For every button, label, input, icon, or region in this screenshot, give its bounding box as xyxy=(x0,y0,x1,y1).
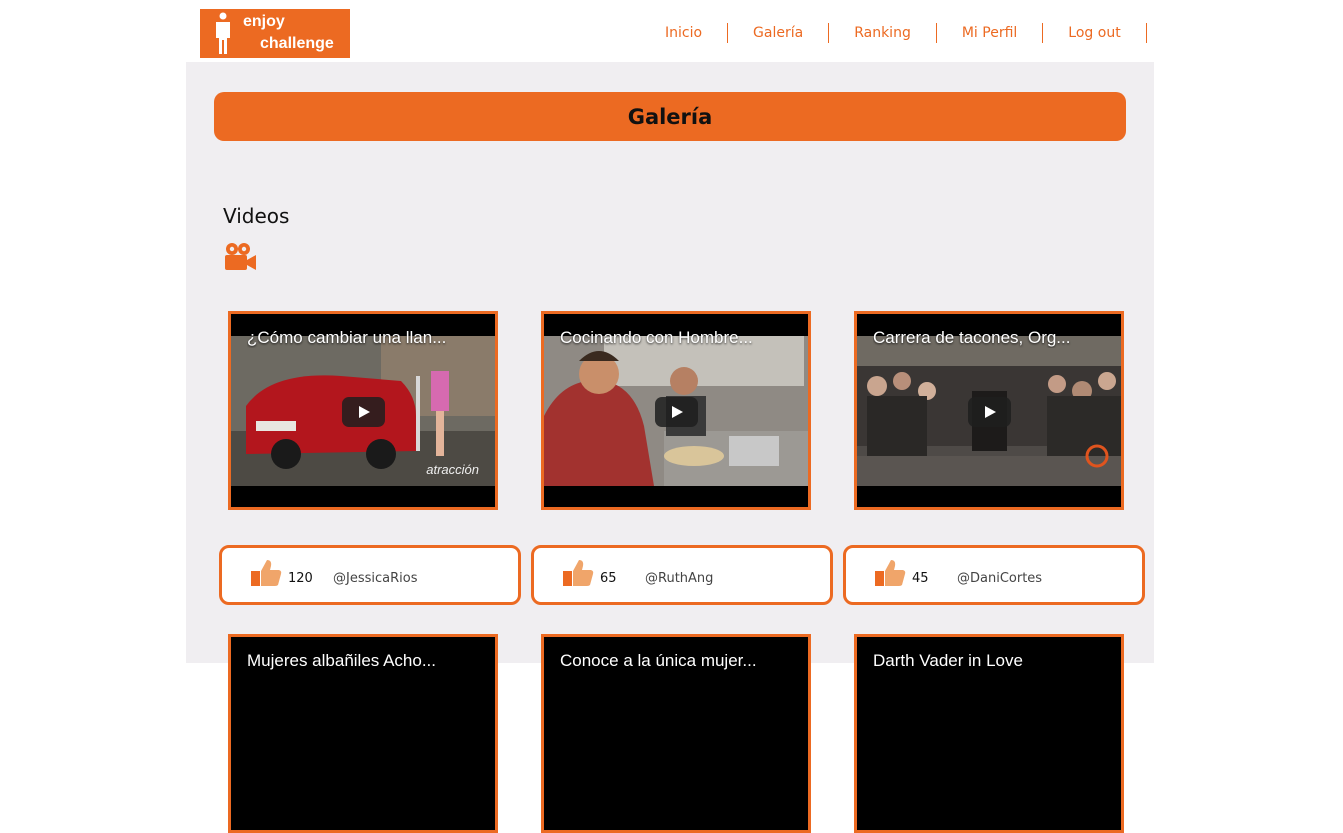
video-card[interactable]: Conoce a la única mujer... xyxy=(541,634,811,833)
video-card[interactable]: Cocinando con Hombre... xyxy=(541,311,811,510)
like-count: 65 xyxy=(600,571,617,586)
nav-inicio[interactable]: Inicio xyxy=(640,23,729,43)
thumbs-up-icon[interactable] xyxy=(562,558,594,588)
play-button[interactable] xyxy=(968,397,1011,427)
nav-ranking[interactable]: Ranking xyxy=(829,23,937,43)
author-username[interactable]: @RuthAng xyxy=(645,571,713,586)
section-title: Videos xyxy=(223,204,290,228)
video-camera-icon xyxy=(225,243,256,270)
gallery-panel: Galería Videos ¿Cómo cambiar una llan...… xyxy=(186,62,1154,833)
video-card[interactable]: Mujeres albañiles Acho... xyxy=(228,634,498,833)
video-title: Mujeres albañiles Acho... xyxy=(247,651,436,670)
header: enjoy challenge Inicio Galería Ranking M… xyxy=(0,0,1343,62)
main-nav: Inicio Galería Ranking Mi Perfil Log out xyxy=(640,22,1147,44)
video-card[interactable]: Carrera de tacones, Org... xyxy=(854,311,1124,510)
video-title: Cocinando con Hombre... xyxy=(560,328,753,347)
author-username[interactable]: @JessicaRios xyxy=(333,571,417,586)
nav-mi-perfil[interactable]: Mi Perfil xyxy=(937,23,1044,43)
video-title: ¿Cómo cambiar una llan... xyxy=(247,328,447,347)
like-count: 120 xyxy=(288,571,313,586)
play-button[interactable] xyxy=(655,397,698,427)
video-stats: 65 @RuthAng xyxy=(531,545,833,605)
play-button[interactable] xyxy=(342,397,385,427)
video-title: Darth Vader in Love xyxy=(873,651,1023,670)
video-card[interactable]: ¿Cómo cambiar una llan... atracción xyxy=(228,311,498,510)
thumbs-up-icon[interactable] xyxy=(250,558,282,588)
page-title: Galería xyxy=(214,92,1126,141)
person-icon xyxy=(216,12,230,54)
video-title: Conoce a la única mujer... xyxy=(560,651,757,670)
author-username[interactable]: @DaniCortes xyxy=(957,571,1042,586)
video-card[interactable]: Darth Vader in Love xyxy=(854,634,1124,833)
like-count: 45 xyxy=(912,571,929,586)
video-stats: 45 @DaniCortes xyxy=(843,545,1145,605)
logo[interactable]: enjoy challenge xyxy=(200,9,350,58)
nav-galeria[interactable]: Galería xyxy=(728,23,830,43)
nav-log-out[interactable]: Log out xyxy=(1043,23,1147,43)
video-title: Carrera de tacones, Org... xyxy=(873,328,1071,347)
channel-watermark: atracción xyxy=(426,462,479,477)
thumbs-up-icon[interactable] xyxy=(874,558,906,588)
video-stats: 120 @JessicaRios xyxy=(219,545,521,605)
logo-text-line1: enjoy xyxy=(243,13,285,30)
logo-text-line2: challenge xyxy=(260,35,334,52)
